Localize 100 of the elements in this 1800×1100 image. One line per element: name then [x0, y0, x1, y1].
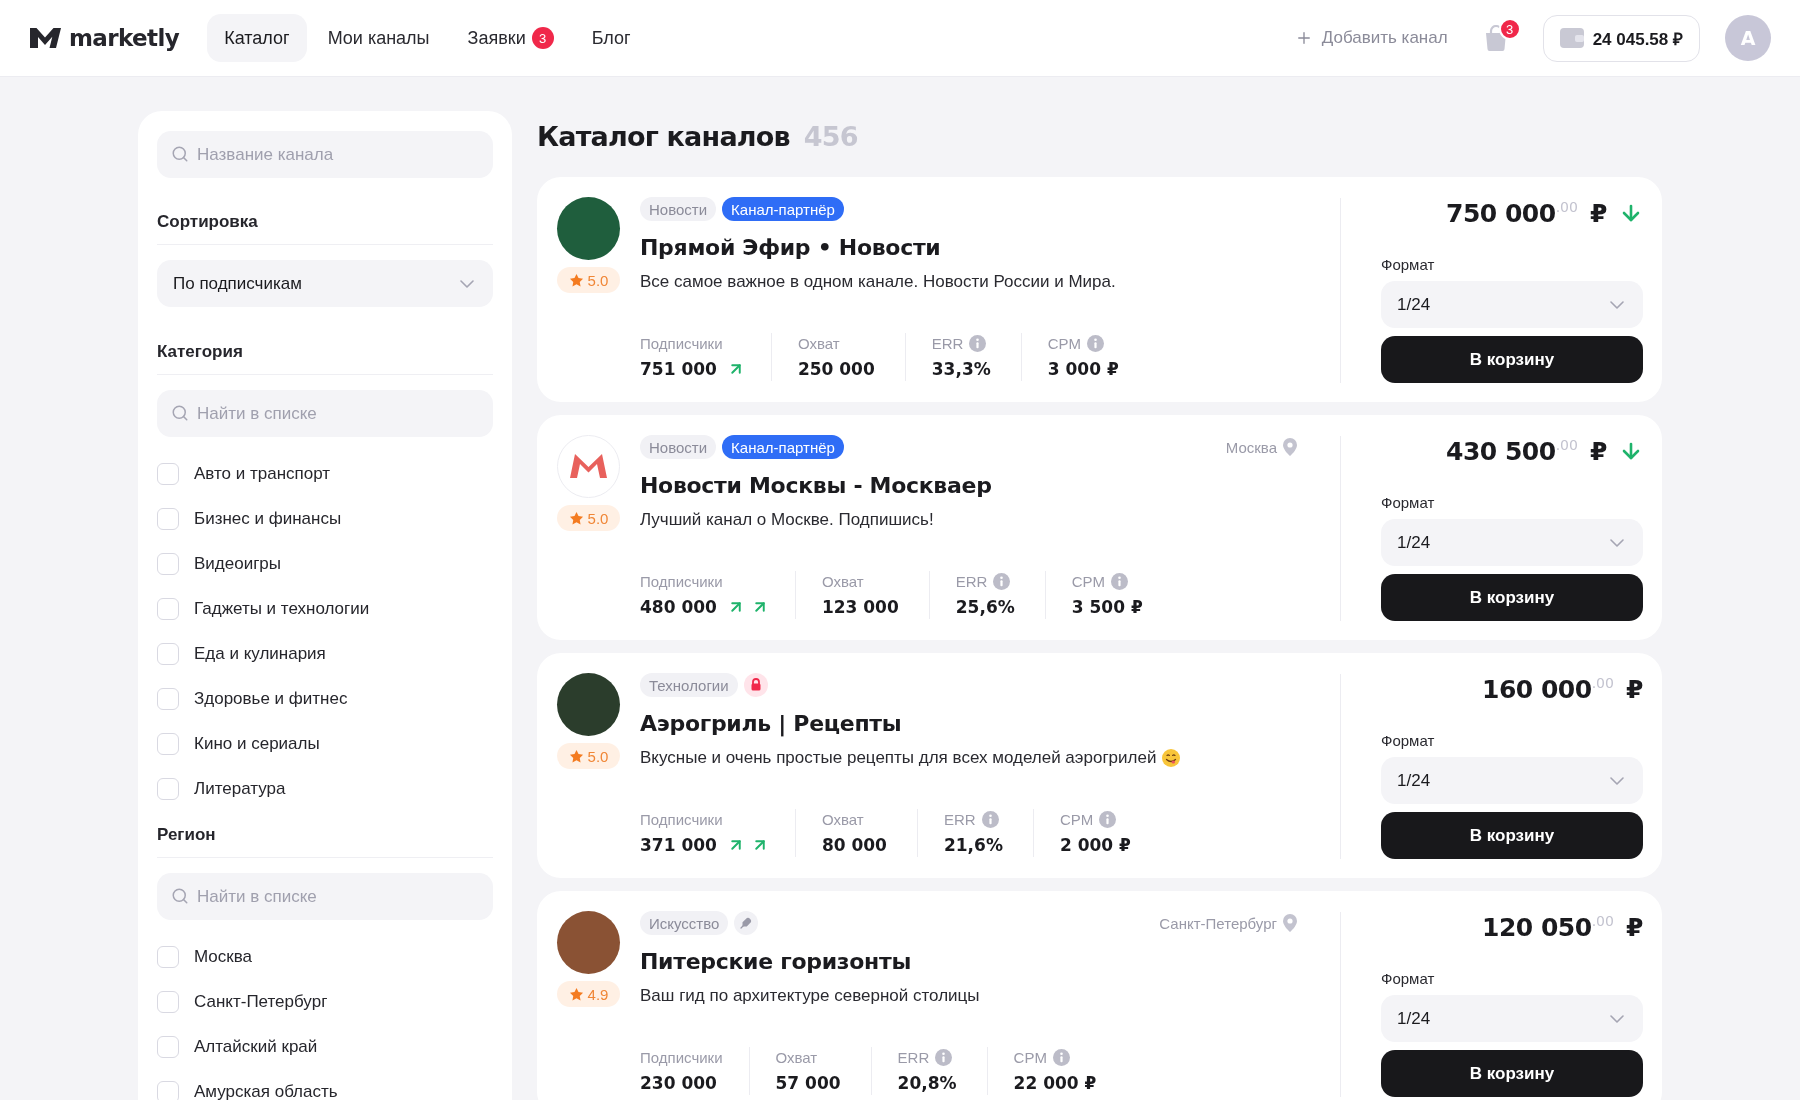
checkbox-label[interactable]: Авто и транспорт: [194, 463, 331, 484]
stat-value: 21,6%: [943, 835, 1003, 855]
checkbox-label[interactable]: Видеоигры: [194, 553, 282, 574]
stat-value: 250 000: [797, 359, 875, 379]
checkbox[interactable]: [157, 552, 179, 575]
info-icon[interactable]: [969, 334, 987, 352]
search-icon: [171, 404, 189, 422]
category-tag: Новости: [640, 435, 717, 459]
info-icon[interactable]: [1087, 334, 1105, 352]
section-title: Сортировка: [157, 211, 493, 245]
search-field[interactable]: Название канала: [157, 131, 493, 178]
checkbox[interactable]: [157, 1035, 179, 1058]
info-icon[interactable]: [993, 572, 1011, 590]
add-to-cart-button[interactable]: В корзину: [1381, 336, 1643, 383]
stat-value: 25,6%: [955, 597, 1015, 617]
nav-tab[interactable]: Блог: [574, 14, 648, 62]
checkbox[interactable]: [157, 732, 179, 755]
logo-text[interactable]: marketly: [69, 25, 180, 51]
checkbox[interactable]: [157, 990, 179, 1013]
checkbox[interactable]: [157, 597, 179, 620]
format-select[interactable]: 1/24: [1381, 519, 1643, 566]
format-select[interactable]: 1/24: [1381, 281, 1643, 328]
channel-title[interactable]: Прямой Эфир • Новости: [640, 233, 1297, 263]
info-icon[interactable]: [1099, 810, 1117, 828]
channel-title[interactable]: Питерские горизонты: [640, 947, 1297, 977]
balance-button[interactable]: 24 045.58 ₽: [1542, 14, 1700, 62]
add-to-cart-button[interactable]: В корзину: [1381, 812, 1643, 859]
category-tag: Искусство: [640, 911, 729, 935]
location-text: Москва: [1225, 438, 1277, 456]
nav-tab[interactable]: Каталог: [207, 14, 307, 62]
checkbox-label[interactable]: Здоровье и фитнес: [194, 688, 348, 709]
info-icon[interactable]: [1052, 1048, 1070, 1066]
add-to-cart-button[interactable]: В корзину: [1381, 1050, 1643, 1097]
stat-label: ERR: [955, 572, 988, 590]
stat-value: 2 000 ₽: [1059, 835, 1131, 855]
channel-title[interactable]: Аэрогриль | Рецепты: [640, 709, 1297, 739]
chevron-down-icon: [1610, 300, 1624, 309]
page-title: Каталог каналов: [537, 121, 790, 152]
section-title: Регион: [157, 824, 493, 858]
format-label: Формат: [1381, 969, 1436, 989]
stat-value: 3 500 ₽: [1071, 597, 1143, 617]
checkbox-label[interactable]: Кино и сериалы: [194, 733, 320, 754]
rating-value: 5.0: [587, 509, 609, 527]
channel-description: Все самое важное в одном канале. Новости России и Мира.: [640, 271, 1116, 293]
search-icon: [171, 145, 189, 163]
stat-label: Подписчики: [640, 810, 723, 828]
stat-value: 480 000: [640, 597, 717, 617]
stat-value: 33,3%: [931, 359, 991, 379]
channel-description: Вкусные и очень простые рецепты для всех моделей аэрогрилей: [640, 747, 1157, 769]
shopping-bag-icon[interactable]: [1483, 25, 1508, 51]
checkbox-label[interactable]: Санкт-Петербург: [194, 991, 328, 1012]
price: 430 500$^{.00}$ ₽: [1446, 436, 1607, 466]
star-icon: [568, 986, 584, 1002]
stat-value: 371 000: [640, 835, 717, 855]
info-icon[interactable]: [1111, 572, 1129, 590]
checkbox-label[interactable]: Бизнес и финансы: [194, 508, 342, 529]
stat-value: 230 000: [640, 1073, 717, 1093]
checkbox[interactable]: [157, 945, 179, 968]
rating-value: 5.0: [587, 747, 609, 765]
stat-label: CPM: [1013, 1048, 1047, 1066]
checkbox-label[interactable]: Литература: [194, 778, 286, 799]
checkbox[interactable]: [157, 777, 179, 800]
stat-label: CPM: [1059, 810, 1094, 828]
stat-label: Охват: [797, 334, 840, 352]
nav-tab[interactable]: Заявки 3: [450, 14, 571, 62]
search-field[interactable]: Найти в списке: [157, 873, 493, 920]
checkbox-label[interactable]: Москва: [194, 946, 253, 967]
checkbox[interactable]: [157, 642, 179, 665]
format-label: Формат: [1381, 255, 1436, 275]
chevron-down-icon: [1610, 1014, 1624, 1023]
checkbox[interactable]: [157, 1080, 179, 1100]
checkbox[interactable]: [157, 462, 179, 485]
channel-title[interactable]: Новости Москвы - Москваер: [640, 471, 1297, 501]
checkbox-label[interactable]: Гаджеты и технологии: [194, 598, 370, 619]
search-field[interactable]: Найти в списке: [157, 390, 493, 437]
chevron-down-icon: [1610, 538, 1624, 547]
rating-value: 5.0: [587, 271, 609, 289]
checkbox-label[interactable]: Амурская область: [194, 1081, 338, 1100]
price: 750 000$^{.00}$ ₽: [1446, 198, 1607, 228]
stat-value: 3 000 ₽: [1047, 359, 1119, 379]
partner-tag: Канал-партнёр: [722, 197, 844, 221]
checkbox[interactable]: [157, 507, 179, 530]
format-select[interactable]: 1/24: [1381, 995, 1643, 1042]
stat-label: Охват: [775, 1048, 818, 1066]
price: 120 050$^{.00}$ ₽: [1482, 912, 1643, 942]
nav-tab[interactable]: Мои каналы: [310, 14, 447, 62]
stat-label: CPM: [1071, 572, 1106, 590]
price: 160 000$^{.00}$ ₽: [1482, 674, 1643, 704]
info-icon[interactable]: [935, 1048, 953, 1066]
format-select[interactable]: 1/24: [1381, 757, 1643, 804]
add-to-cart-button[interactable]: В корзину: [1381, 574, 1643, 621]
stat-label: Охват: [821, 810, 864, 828]
search-icon: [171, 887, 189, 905]
sort-select[interactable]: По подписчикам: [157, 260, 493, 307]
info-icon[interactable]: [981, 810, 999, 828]
checkbox-label[interactable]: Еда и кулинария: [194, 643, 326, 664]
map-pin-icon: [1283, 438, 1297, 456]
stat-label: Подписчики: [640, 1048, 723, 1066]
checkbox[interactable]: [157, 687, 179, 710]
checkbox-label[interactable]: Алтайский край: [194, 1036, 318, 1057]
